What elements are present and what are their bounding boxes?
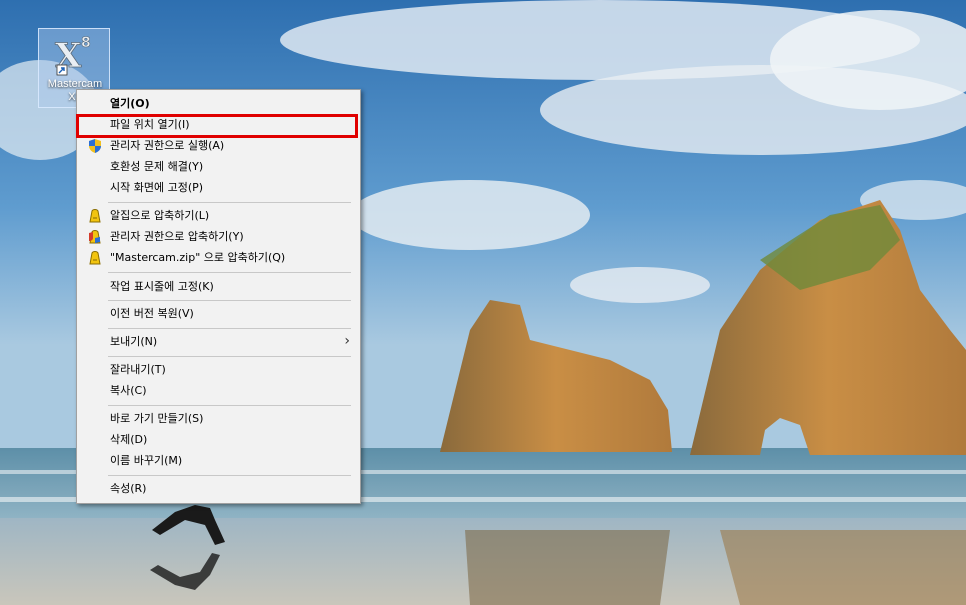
menu-item-label: 속성(R): [110, 482, 147, 495]
menu-separator: [108, 405, 351, 406]
menu-item-send-to[interactable]: 보내기(N) ›: [79, 331, 358, 352]
menu-item-run-as-admin[interactable]: 관리자 권한으로 실행(A): [79, 135, 358, 156]
svg-text:8: 8: [81, 35, 91, 51]
alzip-icon: [89, 251, 101, 265]
menu-item-label: 보내기(N): [110, 335, 158, 348]
menu-item-delete[interactable]: 삭제(D): [79, 429, 358, 450]
menu-item-compress-to-zip[interactable]: "Mastercam.zip" 으로 압축하기(Q): [79, 247, 358, 268]
menu-separator: [108, 356, 351, 357]
menu-item-label: "Mastercam.zip" 으로 압축하기(Q): [110, 251, 286, 264]
menu-item-copy[interactable]: 복사(C): [79, 380, 358, 401]
menu-separator: [108, 328, 351, 329]
highlight-box: [76, 114, 358, 138]
menu-item-label: 잘라내기(T): [110, 363, 166, 376]
menu-item-label: 삭제(D): [110, 433, 148, 446]
menu-item-properties[interactable]: 속성(R): [79, 478, 358, 499]
menu-item-label: 이름 바꾸기(M): [110, 454, 183, 467]
menu-item-label: 이전 버전 복원(V): [110, 307, 194, 320]
menu-item-label: 관리자 권한으로 실행(A): [110, 139, 225, 152]
chevron-right-icon: ›: [344, 333, 350, 349]
menu-item-create-shortcut[interactable]: 바로 가기 만들기(S): [79, 408, 358, 429]
menu-item-label: 호환성 문제 해결(Y): [110, 160, 204, 173]
context-menu: 열기(O) 파일 위치 열기(I) 관리자 권한으로 실행(A) 호환성 문제 …: [76, 89, 361, 504]
menu-separator: [108, 300, 351, 301]
menu-item-open[interactable]: 열기(O): [79, 93, 358, 114]
menu-item-rename[interactable]: 이름 바꾸기(M): [79, 450, 358, 471]
menu-item-pin-to-start[interactable]: 시작 화면에 고정(P): [79, 177, 358, 198]
menu-item-alzip-admin-compress[interactable]: 관리자 권한으로 압축하기(Y): [79, 226, 358, 247]
menu-item-label: 작업 표시줄에 고정(K): [110, 280, 214, 293]
uac-shield-icon: [89, 139, 101, 153]
menu-item-label: 복사(C): [110, 384, 147, 397]
menu-item-label: 관리자 권한으로 압축하기(Y): [110, 230, 244, 243]
menu-item-label: 바로 가기 만들기(S): [110, 412, 204, 425]
alzip-admin-icon: [89, 230, 101, 244]
mastercam-x8-icon: X 8: [55, 35, 91, 77]
menu-separator: [108, 202, 351, 203]
menu-separator: [108, 272, 351, 273]
menu-item-alzip-compress[interactable]: 알집으로 압축하기(L): [79, 205, 358, 226]
menu-separator: [108, 475, 351, 476]
menu-item-troubleshoot-compat[interactable]: 호환성 문제 해결(Y): [79, 156, 358, 177]
menu-item-label: 열기(O): [110, 97, 150, 110]
menu-item-pin-to-taskbar[interactable]: 작업 표시줄에 고정(K): [79, 276, 358, 297]
menu-item-cut[interactable]: 잘라내기(T): [79, 359, 358, 380]
alzip-icon: [89, 209, 101, 223]
menu-item-label: 알집으로 압축하기(L): [110, 209, 210, 222]
menu-item-label: 시작 화면에 고정(P): [110, 181, 204, 194]
menu-item-restore-previous[interactable]: 이전 버전 복원(V): [79, 303, 358, 324]
